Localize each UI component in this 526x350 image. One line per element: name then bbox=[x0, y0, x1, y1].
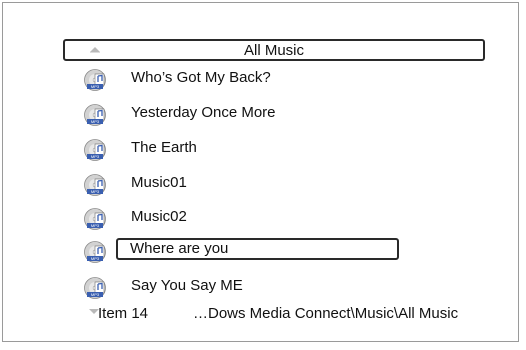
folder-title: All Music bbox=[243, 42, 304, 59]
item-counter: Item 14 bbox=[98, 305, 149, 322]
status-footer: Item 14 …Dows Media Connect\Music\All Mu… bbox=[89, 305, 509, 325]
list-item[interactable]: MP3 Yesterday Once More bbox=[84, 101, 504, 133]
folder-path: …Dows Media Connect\Music\All Music bbox=[193, 305, 459, 322]
mp3-disc-icon: MP3 bbox=[84, 139, 106, 161]
mp3-disc-icon: MP3 bbox=[84, 174, 106, 196]
list-item-label: Who’s Got My Back? bbox=[131, 69, 271, 86]
mp3-badge: MP3 bbox=[91, 189, 100, 194]
selection-highlight[interactable]: Where are you bbox=[116, 238, 399, 260]
scroll-up-arrow-icon[interactable] bbox=[90, 47, 100, 53]
list-item-label: Say You Say ME bbox=[131, 277, 243, 294]
list-item-label: The Earth bbox=[131, 139, 197, 156]
mp3-badge: MP3 bbox=[91, 119, 100, 124]
mp3-badge: MP3 bbox=[91, 84, 100, 89]
list-item[interactable]: MP3 Music02 bbox=[84, 205, 504, 237]
list-item-label: Music02 bbox=[131, 208, 187, 225]
mp3-badge: MP3 bbox=[91, 223, 100, 228]
list-item-label: Where are you bbox=[130, 240, 229, 257]
list-item[interactable]: MP3 Who’s Got My Back? bbox=[84, 66, 504, 98]
mp3-disc-icon: MP3 bbox=[84, 104, 106, 126]
list-item[interactable]: MP3 Music01 bbox=[84, 171, 504, 203]
mp3-disc-icon: MP3 bbox=[84, 241, 106, 263]
list-item-label: Music01 bbox=[131, 174, 187, 191]
mp3-badge: MP3 bbox=[91, 256, 100, 261]
list-item[interactable]: MP3 Say You Say ME bbox=[84, 274, 504, 306]
list-item-label: Yesterday Once More bbox=[131, 104, 276, 121]
mp3-badge: MP3 bbox=[91, 292, 100, 297]
mp3-disc-icon: MP3 bbox=[84, 208, 106, 230]
mp3-badge: MP3 bbox=[91, 154, 100, 159]
mp3-disc-icon: MP3 bbox=[84, 69, 106, 91]
list-item[interactable]: MP3 The Earth bbox=[84, 136, 504, 168]
mp3-disc-icon: MP3 bbox=[84, 277, 106, 299]
folder-header[interactable]: All Music bbox=[63, 39, 485, 61]
list-item-selected[interactable]: MP3 Where are you bbox=[84, 238, 504, 270]
